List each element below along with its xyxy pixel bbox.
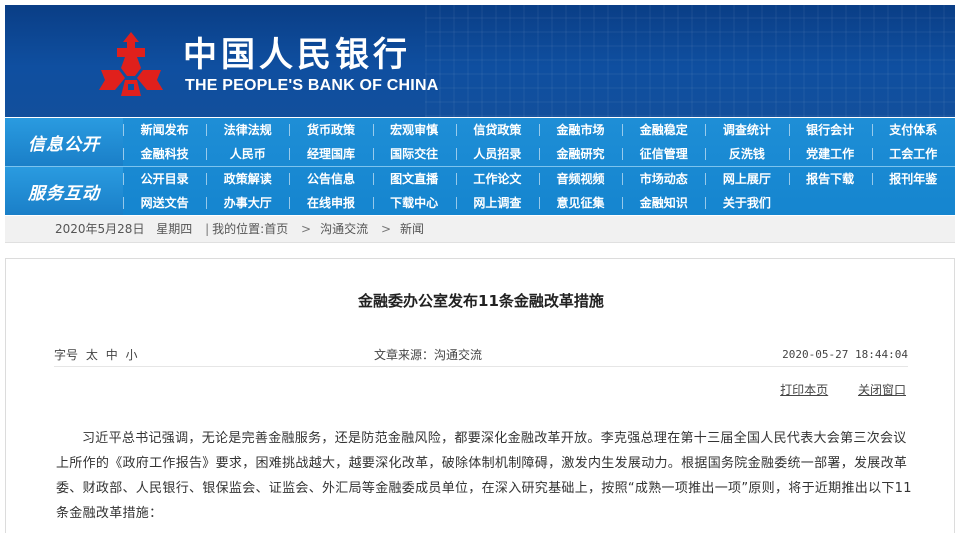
- nav-item-bank-accounting[interactable]: 银行会计: [788, 118, 872, 142]
- nav-grid-info: 新闻发布 法律法规 货币政策 宏观审慎 信贷政策 金融市场 金融稳定 调查统计 …: [123, 118, 955, 166]
- nav-row: 网送文告 办事大厅 在线申报 下载中心 网上调查 意见征集 金融知识 关于我们: [123, 191, 955, 215]
- nav-row: 新闻发布 法律法规 货币政策 宏观审慎 信贷政策 金融市场 金融稳定 调查统计 …: [123, 118, 955, 142]
- logo-english-name: THE PEOPLE'S BANK OF CHINA: [185, 77, 439, 94]
- nav-item-credit-reference[interactable]: 征信管理: [622, 142, 705, 166]
- banner-pattern: [425, 5, 955, 117]
- close-window-link[interactable]: 关闭窗口: [858, 383, 906, 397]
- nav-item-online-survey[interactable]: 网上调查: [455, 191, 539, 215]
- nav-item-notices[interactable]: 网送文告: [123, 191, 206, 215]
- nav-item-working-papers[interactable]: 工作论文: [455, 167, 539, 191]
- nav-section-label-info: 信息公开: [5, 118, 123, 166]
- meta-divider: [54, 366, 908, 367]
- page: 中国人民银行 THE PEOPLE'S BANK OF CHINA 信息公开 服…: [0, 0, 960, 533]
- nav-item-service-hall[interactable]: 办事大厅: [206, 191, 289, 215]
- print-page-link[interactable]: 打印本页: [780, 383, 828, 397]
- nav-item-treasury[interactable]: 经理国库: [289, 142, 372, 166]
- nav-row: 公开目录 政策解读 公告信息 图文直播 工作论文 音频视频 市场动态 网上展厅 …: [123, 167, 955, 191]
- nav-item-audio-video[interactable]: 音频视频: [538, 167, 622, 191]
- font-size-large-link[interactable]: 太: [86, 348, 98, 362]
- current-weekday: 星期四: [156, 222, 193, 236]
- nav-item-party-building[interactable]: 党建工作: [788, 142, 872, 166]
- nav-section-label-service: 服务互动: [5, 167, 123, 215]
- nav-item-online-exhibition[interactable]: 网上展厅: [705, 167, 788, 191]
- font-size-small-link[interactable]: 小: [126, 348, 138, 362]
- nav-item-union-work[interactable]: 工会工作: [871, 142, 955, 166]
- nav-item-financial-knowledge[interactable]: 金融知识: [622, 191, 705, 215]
- nav-item-live-broadcast[interactable]: 图文直播: [372, 167, 456, 191]
- breadcrumb-separator: |: [205, 222, 210, 236]
- article-container: 金融委办公室发布11条金融改革措施 字号 太 中 小 文章来源：沟通交流 202…: [5, 258, 955, 533]
- font-size-selector: 字号 太 中 小: [54, 347, 138, 363]
- nav-row: 金融科技 人民币 经理国库 国际交往 人员招录 金融研究 征信管理 反洗钱 党建…: [123, 142, 955, 166]
- nav-item-financial-stability[interactable]: 金融稳定: [622, 118, 705, 142]
- nav-grid-service: 公开目录 政策解读 公告信息 图文直播 工作论文 音频视频 市场动态 网上展厅 …: [123, 167, 955, 215]
- breadcrumb-link-news[interactable]: 新闻: [400, 222, 424, 236]
- nav-item-fintech[interactable]: 金融科技: [123, 142, 206, 166]
- font-size-medium-link[interactable]: 中: [106, 348, 118, 362]
- nav-item-online-application[interactable]: 在线申报: [289, 191, 372, 215]
- nav-item-yearbooks[interactable]: 报刊年鉴: [871, 167, 955, 191]
- nav-item-opinion-collection[interactable]: 意见征集: [538, 191, 622, 215]
- nav-item-financial-research[interactable]: 金融研究: [538, 142, 622, 166]
- article-title: 金融委办公室发布11条金融改革措施: [358, 292, 604, 310]
- logo-chinese-name: 中国人民银行: [183, 35, 411, 75]
- breadcrumb-home-link[interactable]: 我的位置:首页: [212, 222, 288, 236]
- nav-item-rmb[interactable]: 人民币: [206, 142, 289, 166]
- article-meta: 字号 太 中 小 文章来源：沟通交流 2020-05-27 18:44:04: [54, 347, 908, 363]
- nav-item-credit-policy[interactable]: 信贷政策: [455, 118, 539, 142]
- nav-item-recruitment[interactable]: 人员招录: [455, 142, 539, 166]
- nav-item-statistics[interactable]: 调查统计: [705, 118, 788, 142]
- font-size-label: 字号: [54, 348, 79, 362]
- nav-item-payment-system[interactable]: 支付体系: [871, 118, 955, 142]
- nav-item-policy-interpretation[interactable]: 政策解读: [206, 167, 289, 191]
- nav-item-financial-market[interactable]: 金融市场: [538, 118, 622, 142]
- current-date: 2020年5月28日: [55, 222, 145, 236]
- pboc-logo-icon[interactable]: [95, 30, 167, 100]
- nav-item-macroprudential[interactable]: 宏观审慎: [372, 118, 456, 142]
- nav-item-anti-money-laundering[interactable]: 反洗钱: [705, 142, 788, 166]
- article-tools: 打印本页 关闭窗口: [754, 381, 906, 398]
- main-navigation: 信息公开 服务互动 新闻发布 法律法规 货币政策 宏观审慎 信贷政策 金融市场 …: [5, 118, 955, 215]
- breadcrumb-inner: 2020年5月28日 星期四 | 我的位置:首页 > 沟通交流 > 新闻: [55, 216, 424, 243]
- nav-item-news-release[interactable]: 新闻发布: [123, 118, 206, 142]
- nav-item-monetary-policy[interactable]: 货币政策: [289, 118, 372, 142]
- nav-item-public-catalog[interactable]: 公开目录: [123, 167, 206, 191]
- breadcrumb-separator: >: [380, 222, 392, 236]
- nav-item-market-news[interactable]: 市场动态: [622, 167, 705, 191]
- nav-item-about-us[interactable]: 关于我们: [705, 191, 788, 215]
- article-source: 文章来源：沟通交流: [374, 348, 483, 362]
- nav-item-report-download[interactable]: 报告下载: [788, 167, 872, 191]
- site-header-banner: 中国人民银行 THE PEOPLE'S BANK OF CHINA: [5, 5, 955, 117]
- nav-item-international[interactable]: 国际交往: [372, 142, 456, 166]
- breadcrumb-separator: >: [301, 222, 312, 236]
- breadcrumb-link-communication[interactable]: 沟通交流: [320, 222, 368, 236]
- nav-item-announcements[interactable]: 公告信息: [289, 167, 372, 191]
- nav-item-laws[interactable]: 法律法规: [206, 118, 289, 142]
- article-body-paragraph: 习近平总书记强调，无论是完善金融服务，还是防范金融风险，都要深化金融改革开放。李…: [56, 431, 912, 521]
- nav-item-download-center[interactable]: 下载中心: [372, 191, 456, 215]
- breadcrumb: 2020年5月28日 星期四 | 我的位置:首页 > 沟通交流 > 新闻: [5, 216, 955, 243]
- article-datetime: 2020-05-27 18:44:04: [782, 348, 908, 361]
